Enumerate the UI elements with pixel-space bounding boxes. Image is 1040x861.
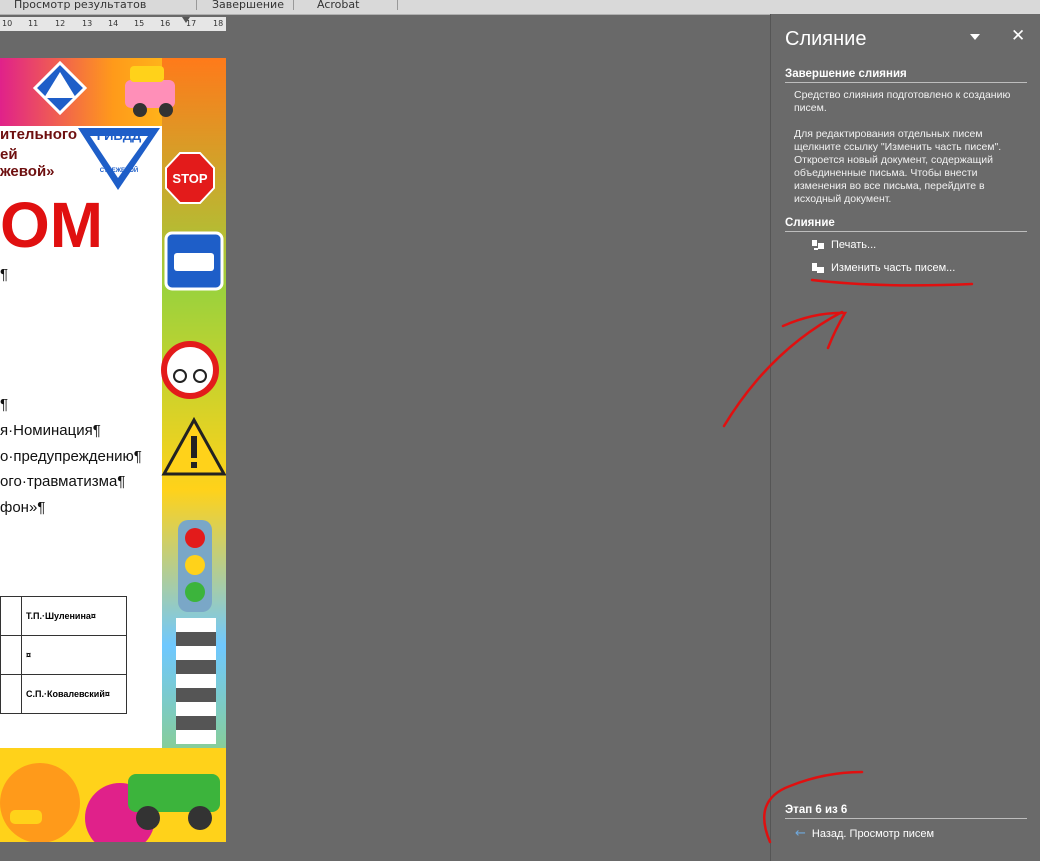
certificate-title: ОМ [0,189,104,261]
ribbon-separator [397,0,398,10]
table-cell-name: С.П.·Ковалевский¤ [21,674,127,714]
table-row: С.П.·Ковалевский¤ [0,674,127,714]
body-line: ¶ [0,266,9,283]
table-row: Т.П.·Шуленина¤ [0,596,127,636]
ribbon-group-finish: Завершение [212,0,284,11]
ruler-tick: 15 [134,19,145,28]
section-merge: Слияние [785,217,1027,232]
print-icon [812,240,824,250]
body-line: фон»¶ [0,499,46,516]
header-line-3: жевой» [0,163,55,180]
back-arrow-icon: ← [795,826,806,841]
mail-merge-pane: Слияние ✕ Завершение слияния Средство сл… [770,14,1040,861]
pane-options-dropdown-icon[interactable] [970,34,980,40]
ruler-tick: 11 [28,19,39,28]
ruler-tick: 18 [213,19,224,28]
ribbon-separator [293,0,294,10]
ribbon-group-labels: Просмотр результатов Завершение Acrobat [0,0,1040,15]
ruler-tick: 12 [55,19,66,28]
horizontal-ruler[interactable]: 10 11 12 13 14 15 16 17 18 [0,17,226,31]
description-ready: Средство слияния подготовлено к созданию… [794,89,1011,114]
header-line-1: ительного [0,126,78,143]
ruler-tick: 14 [108,19,119,28]
step-indicator: Этап 6 из 6 [785,804,1027,819]
header-line-2: ей [0,146,18,163]
print-label: Печать... [831,239,877,251]
document-page[interactable]: STOP ГИБДД СТРЕЖЕВОЙ ительного ей жевой»… [0,58,226,842]
gibdd-subtext: СТРЕЖЕВОЙ [100,166,138,174]
signature-table: Т.П.·Шуленина¤ ¤ С.П.·Ковалевский¤ [0,596,127,714]
ribbon-group-preview-results: Просмотр результатов [14,0,147,11]
edit-letters-icon [812,263,824,273]
section-finish-merge: Завершение слияния [785,68,1027,83]
ruler-tick: 16 [160,19,171,28]
ruler-tick: 10 [2,19,13,28]
close-icon[interactable]: ✕ [1011,26,1025,46]
table-cell-name: Т.П.·Шуленина¤ [21,596,127,636]
edit-individual-letters-link[interactable]: Изменить часть писем... [811,262,955,274]
indent-marker-icon[interactable] [182,17,190,23]
body-line: о·предупреждению¶ [0,448,142,465]
stop-sign-text: STOP [172,171,207,186]
edit-letters-label: Изменить часть писем... [831,262,956,274]
print-link[interactable]: Печать... [811,239,876,251]
ruler-tick: 13 [82,19,93,28]
ribbon-separator [196,0,197,10]
description-edit-letters: Для редактирования отдельных писем щелкн… [794,128,1002,205]
pane-title: Слияние [785,28,867,50]
body-line: ¶ [0,396,9,413]
table-row: ¤ [0,635,127,675]
back-label: Назад. Просмотр писем [811,827,935,840]
back-preview-link[interactable]: ← Назад. Просмотр писем [795,826,934,841]
gibdd-logo-text: ГИБДД [97,128,142,143]
table-cell-name: ¤ [21,635,127,675]
body-line: ого·травматизма¶ [0,473,126,490]
ribbon-group-acrobat: Acrobat [317,0,360,11]
body-line: я·Номинация¶ [0,422,101,439]
